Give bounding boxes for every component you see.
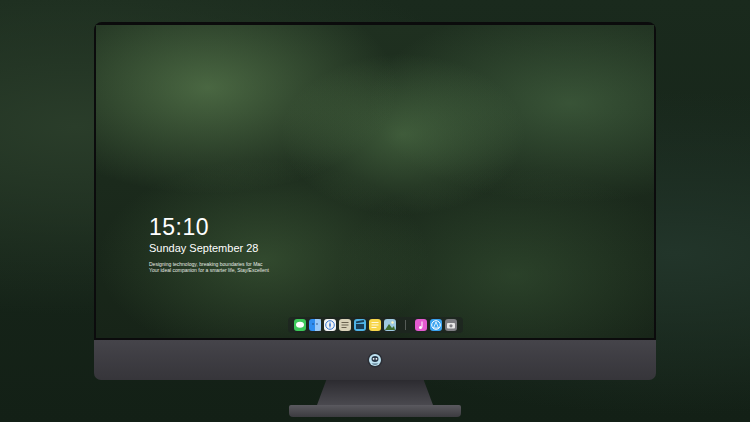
tagline-line: Your ideal companion for a smarter life,… [149,267,654,273]
camera-icon[interactable] [445,319,457,331]
monitor-stand-neck [317,380,433,405]
page: 15:10Sunday September 28 Designing techno… [0,0,750,422]
music-icon[interactable] [415,319,427,331]
brand-logo-icon [367,352,383,368]
preview-icon[interactable] [339,319,351,331]
safari-icon[interactable] [324,319,336,331]
notes-icon[interactable] [369,319,381,331]
photos-icon[interactable] [384,319,396,331]
tagline: Designing technology, breaking boundarie… [149,261,654,273]
clock-time: 15:10 [149,214,654,240]
clock-date: Sunday September 28 [149,241,654,256]
appstore-icon[interactable] [430,319,442,331]
dock-separator [405,320,406,330]
desktop-screen: 15:10Sunday September 28 Designing techno… [96,25,654,338]
monitor-stand-base [289,405,461,417]
dock [288,317,463,333]
clock-panel: 15:10Sunday September 28 Designing techno… [149,214,654,273]
monitor: 15:10Sunday September 28 Designing techno… [94,22,656,422]
messages-icon[interactable] [294,319,306,331]
tagline-line: Designing technology, breaking boundarie… [149,261,654,267]
video-icon[interactable] [354,319,366,331]
monitor-bezel: 15:10Sunday September 28 Designing techno… [94,22,656,340]
monitor-chin [94,340,656,380]
finder-icon[interactable] [309,319,321,331]
